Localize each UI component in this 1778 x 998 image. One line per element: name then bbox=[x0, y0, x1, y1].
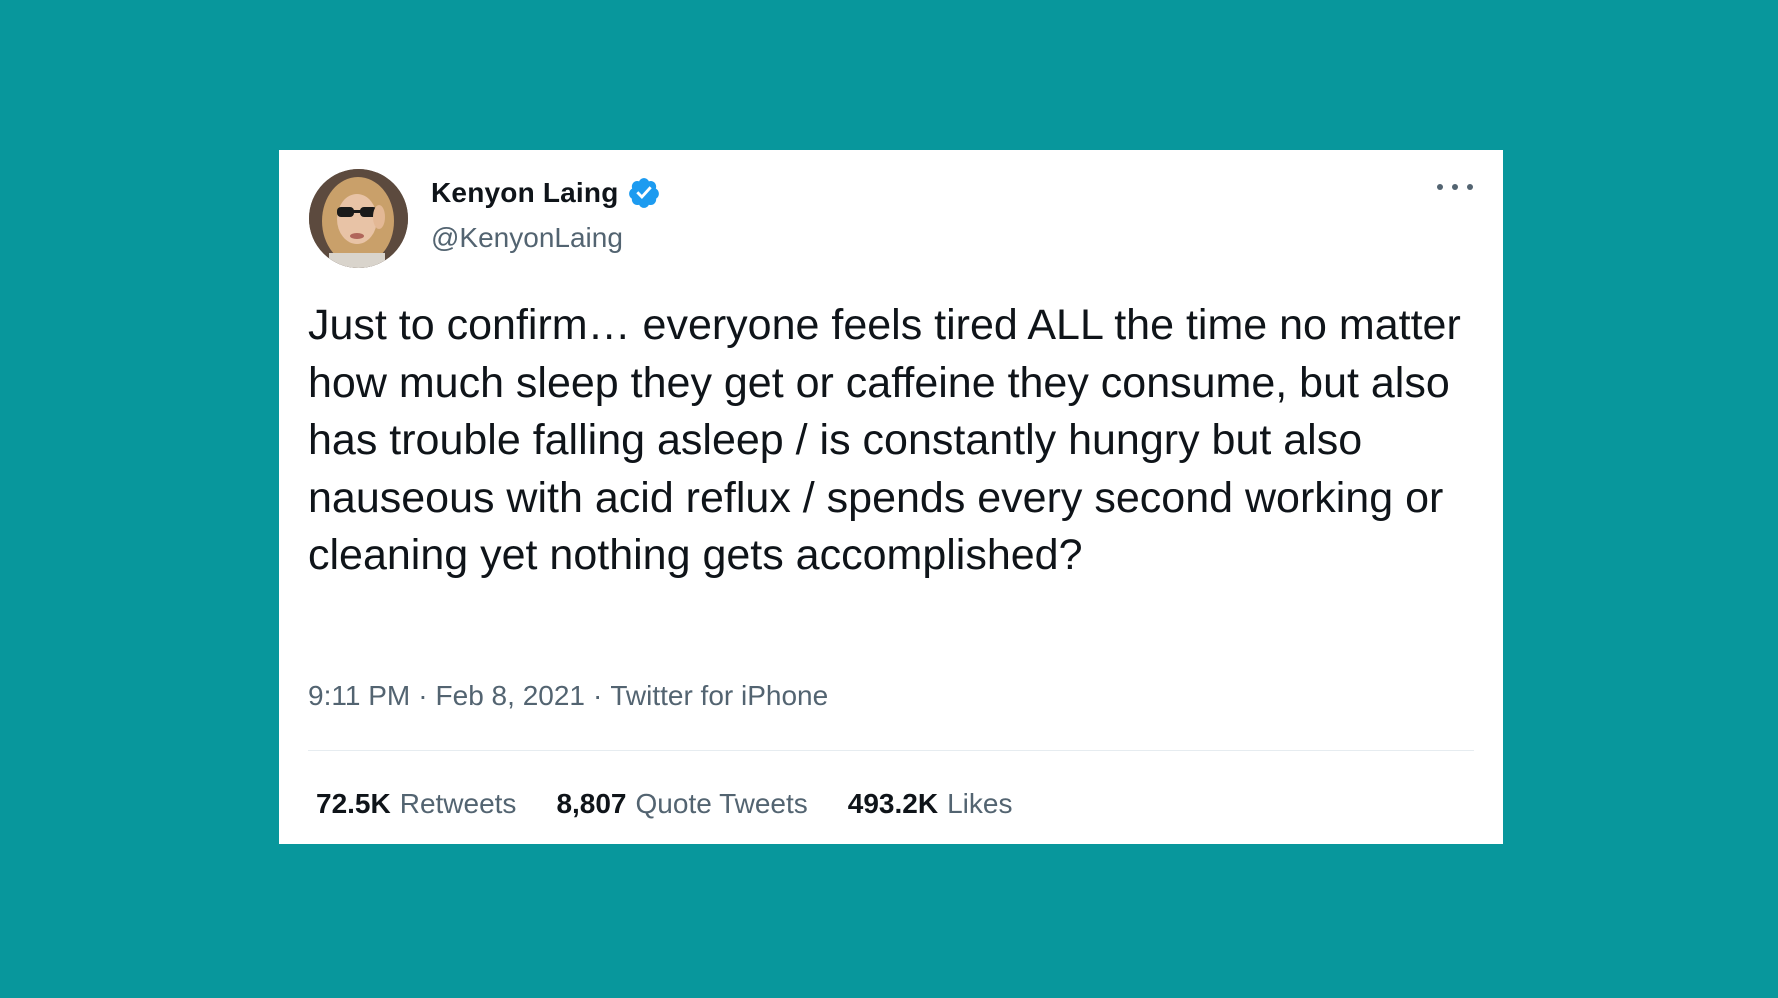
more-dot bbox=[1437, 184, 1443, 190]
tweet-source[interactable]: Twitter for iPhone bbox=[610, 680, 828, 712]
likes-stat[interactable]: 493.2K Likes bbox=[848, 788, 1013, 820]
divider bbox=[308, 750, 1474, 751]
retweets-count: 72.5K bbox=[316, 788, 391, 819]
tweet-card: Kenyon Laing @KenyonLaing Just to confir… bbox=[279, 150, 1503, 844]
likes-count: 493.2K bbox=[847, 788, 939, 819]
avatar-photo-icon bbox=[309, 169, 408, 268]
tweet-time[interactable]: 9:11 PM bbox=[308, 680, 410, 712]
quote-tweets-stat[interactable]: 8,807 Quote Tweets bbox=[556, 788, 807, 820]
more-dot bbox=[1452, 184, 1458, 190]
verified-badge-icon bbox=[628, 178, 659, 208]
more-options-icon[interactable] bbox=[1437, 180, 1473, 194]
display-name[interactable]: Kenyon Laing bbox=[431, 177, 619, 209]
author-name-row: Kenyon Laing bbox=[431, 176, 661, 210]
author-handle[interactable]: @KenyonLaing bbox=[431, 222, 623, 254]
avatar[interactable] bbox=[309, 169, 408, 268]
tweet-date[interactable]: Feb 8, 2021 bbox=[436, 680, 585, 712]
more-dot bbox=[1467, 184, 1473, 190]
meta-separator: · bbox=[592, 680, 603, 711]
quote-tweets-count: 8,807 bbox=[556, 788, 627, 819]
quote-tweets-label: Quote Tweets bbox=[635, 788, 808, 819]
tweet-meta: 9:11 PM · Feb 8, 2021 · Twitter for iPho… bbox=[308, 680, 828, 712]
tweet-text: Just to confirm… everyone feels tired AL… bbox=[308, 301, 1461, 579]
retweets-label: Retweets bbox=[399, 788, 517, 819]
tweet-stats: 72.5K Retweets 8,807 Quote Tweets 493.2K… bbox=[316, 788, 1012, 820]
retweets-stat[interactable]: 72.5K Retweets bbox=[316, 788, 516, 820]
likes-label: Likes bbox=[947, 788, 1013, 819]
meta-separator: · bbox=[418, 680, 428, 711]
